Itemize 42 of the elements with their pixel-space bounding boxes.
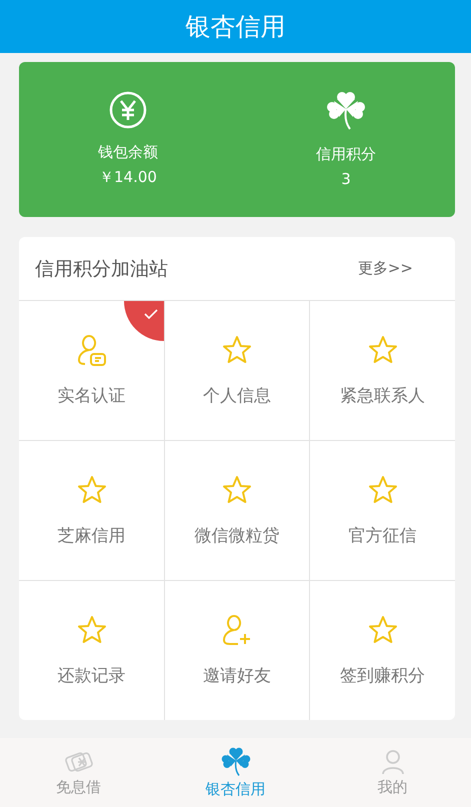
tile-label: 邀请好友 [203, 665, 271, 687]
task-tile[interactable]: 邀请好友 [165, 581, 310, 720]
task-tile[interactable]: 芝麻信用 [19, 441, 165, 581]
star-icon [366, 334, 398, 366]
app-title: 银杏信用 [186, 11, 286, 43]
user-icon [380, 748, 406, 774]
star-icon [221, 334, 253, 366]
card-title: 信用积分加油站 [35, 256, 168, 282]
tile-label: 官方征信 [348, 525, 416, 547]
tile-label: 芝麻信用 [58, 525, 126, 547]
tile-label: 还款记录 [58, 665, 126, 687]
yen-icon [109, 91, 147, 129]
tab[interactable]: 银杏信用 [157, 738, 314, 807]
star-icon [221, 474, 253, 506]
id-card-person-icon [76, 334, 106, 366]
stat-value: 3 [341, 170, 351, 188]
add-person-icon [222, 614, 252, 646]
more-link[interactable]: 更多>> [358, 259, 413, 278]
task-tile[interactable]: 官方征信 [310, 441, 455, 581]
star-icon [366, 474, 398, 506]
task-tile[interactable]: 个人信息 [165, 301, 310, 441]
check-icon [144, 309, 158, 319]
task-tile[interactable]: 签到赚积分 [310, 581, 455, 720]
tab[interactable]: 免息借 [0, 738, 157, 807]
tile-label: 个人信息 [203, 385, 271, 407]
tile-label: 签到赚积分 [340, 665, 425, 687]
task-tile[interactable]: 紧急联系人 [310, 301, 455, 441]
clover-icon [326, 91, 366, 131]
task-tile[interactable]: 实名认证 [19, 301, 165, 441]
task-tile[interactable]: 还款记录 [19, 581, 165, 720]
clover-icon [220, 746, 250, 776]
star-icon [76, 474, 108, 506]
tab[interactable]: 我的 [314, 738, 471, 807]
tile-label: 实名认证 [58, 385, 126, 407]
star-icon [76, 614, 108, 646]
stat-label: 钱包余额 [98, 143, 158, 162]
star-icon [366, 614, 398, 646]
stat-value: ￥14.00 [99, 168, 157, 187]
tile-label: 微信微粒贷 [194, 525, 280, 547]
task-tile[interactable]: 微信微粒贷 [165, 441, 310, 581]
tile-label: 紧急联系人 [340, 385, 425, 407]
stat-label: 信用积分 [316, 145, 376, 164]
